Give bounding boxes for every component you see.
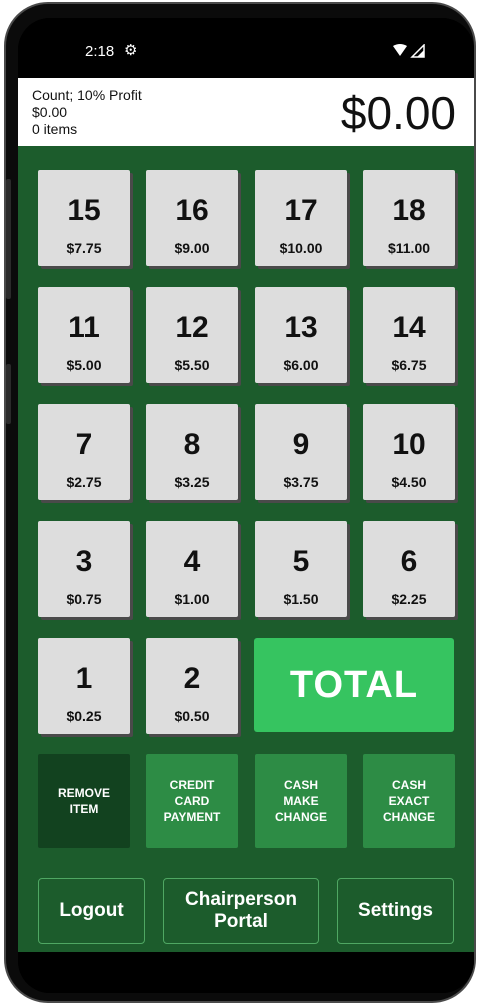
total-amount: $0.00 [340,87,456,139]
wifi-icon [393,44,407,56]
button-label: Chairperson [185,889,297,910]
action-label: CHANGE [274,810,327,824]
item-button-1[interactable]: 1 $0.25 [38,638,130,734]
action-label: PAYMENT [163,810,221,824]
gear-icon: ⚙ [124,42,138,59]
phone-frame: 2:18 ⚙ Count; 10% Profit $0.00 0 items $… [4,2,476,1003]
item-button-17[interactable]: 17 $10.00 [255,170,347,266]
item-button-4[interactable]: 4 $1.00 [146,521,238,617]
item-button-8[interactable]: 8 $3.25 [146,404,238,500]
item-button-3[interactable]: 3 $0.75 [38,521,130,617]
item-number: 6 [400,545,418,578]
action-label: EXACT [388,794,430,808]
button-label: Portal [214,911,268,932]
remove-item-button[interactable]: REMOVE ITEM [38,754,130,848]
item-button-15[interactable]: 15 $7.75 [38,170,130,266]
side-button [6,364,11,424]
status-bar: 2:18 ⚙ [18,18,474,78]
item-number: 18 [392,194,426,227]
item-number: 5 [292,545,310,578]
credit-card-payment-button[interactable]: CREDIT CARD PAYMENT [146,754,238,848]
action-label: CHANGE [382,810,435,824]
item-button-9[interactable]: 9 $3.75 [255,404,347,500]
action-label: CARD [174,794,210,808]
item-price: $3.75 [283,474,319,490]
item-price: $6.00 [283,357,319,373]
item-number: 10 [392,428,426,461]
summary-header: Count; 10% Profit $0.00 0 items $0.00 [18,78,474,146]
logout-button[interactable]: Logout [38,878,145,944]
item-button-7[interactable]: 7 $2.75 [38,404,130,500]
screen: 2:18 ⚙ Count; 10% Profit $0.00 0 items $… [18,18,474,993]
item-price: $1.00 [174,591,210,607]
item-price: $2.25 [391,591,427,607]
item-button-14[interactable]: 14 $6.75 [363,287,455,383]
chairperson-portal-button[interactable]: Chairperson Portal [163,878,319,944]
cash-make-change-button[interactable]: CASH MAKE CHANGE [255,754,347,848]
item-button-11[interactable]: 11 $5.00 [38,287,130,383]
item-price: $11.00 [387,240,431,256]
item-price: $0.50 [174,708,210,724]
item-number: 15 [67,194,101,227]
item-price: $0.75 [66,591,102,607]
item-price: $0.25 [66,708,102,724]
total-button[interactable]: TOTAL [254,638,454,732]
item-number: 8 [183,428,201,461]
status-time: 2:18 [85,43,115,60]
mode-label: Count; 10% Profit [32,87,142,103]
item-button-18[interactable]: 18 $11.00 [363,170,455,266]
item-number: 13 [284,311,318,344]
item-price: $1.50 [283,591,319,607]
action-label: MAKE [283,794,319,808]
item-number: 4 [183,545,201,578]
item-number: 7 [75,428,93,461]
register-panel: 15 $7.75 16 $9.00 17 $10.00 18 $11.00 11… [18,146,474,952]
item-price: $10.00 [279,240,323,256]
item-price: $2.75 [66,474,102,490]
item-button-6[interactable]: 6 $2.25 [363,521,455,617]
item-number: 12 [175,311,209,344]
item-number: 1 [75,662,93,695]
item-number: 14 [392,311,426,344]
item-price: $5.50 [174,357,210,373]
item-button-12[interactable]: 12 $5.50 [146,287,238,383]
navigation-bar [18,952,474,993]
item-number: 2 [183,662,201,695]
item-price: $7.75 [66,240,102,256]
cash-exact-change-button[interactable]: CASH EXACT CHANGE [363,754,455,848]
item-button-5[interactable]: 5 $1.50 [255,521,347,617]
item-number: 17 [284,194,318,227]
side-button [6,179,11,299]
item-price: $4.50 [391,474,427,490]
item-price: $9.00 [174,240,210,256]
action-label: CASH [391,778,426,792]
settings-button[interactable]: Settings [337,878,454,944]
action-label: CREDIT [169,778,215,792]
action-label: REMOVE [57,786,110,800]
item-count-label: 0 items [32,121,78,137]
item-number: 16 [175,194,209,227]
subtotal-label: $0.00 [32,104,68,120]
item-price: $3.25 [174,474,210,490]
item-price: $6.75 [391,357,427,373]
item-button-13[interactable]: 13 $6.00 [255,287,347,383]
item-number: 9 [292,428,310,461]
action-label: CASH [283,778,318,792]
item-number: 3 [75,545,93,578]
item-button-2[interactable]: 2 $0.50 [146,638,238,734]
status-icons [393,44,425,58]
item-price: $5.00 [66,357,102,373]
item-number: 11 [68,311,100,344]
action-label: ITEM [69,802,99,816]
item-button-16[interactable]: 16 $9.00 [146,170,238,266]
item-button-10[interactable]: 10 $4.50 [363,404,455,500]
